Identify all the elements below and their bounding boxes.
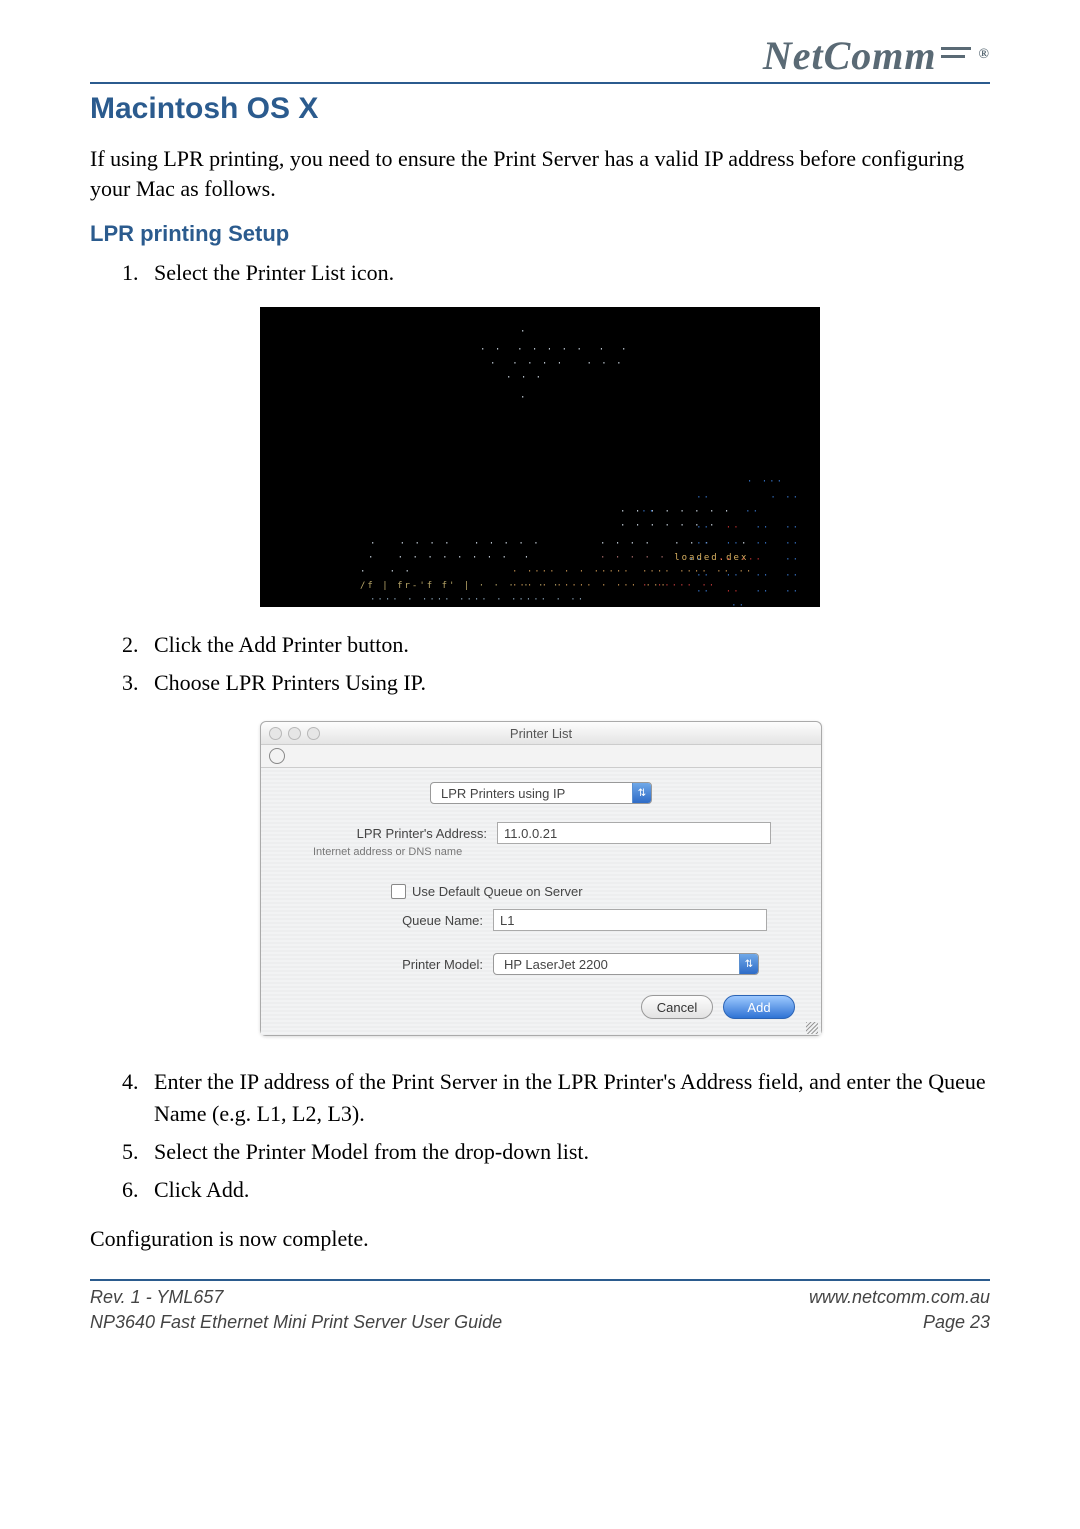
- step-item: Choose LPR Printers Using IP.: [144, 667, 990, 699]
- brand-name: NetComm: [763, 32, 937, 79]
- dropdown-value: LPR Printers using IP: [431, 786, 632, 801]
- header-rule: [90, 82, 990, 84]
- default-queue-label: Use Default Queue on Server: [412, 884, 583, 899]
- cancel-button[interactable]: Cancel: [641, 995, 713, 1019]
- queue-input[interactable]: L1: [493, 909, 767, 931]
- conclusion: Configuration is now complete.: [90, 1224, 990, 1254]
- address-label: LPR Printer's Address:: [287, 826, 497, 841]
- registered-mark: ®: [979, 47, 990, 63]
- brand-lines-icon: [941, 43, 975, 67]
- queue-value: L1: [500, 913, 514, 928]
- footer-page: Page 23: [809, 1310, 990, 1334]
- connection-type-dropdown[interactable]: LPR Printers using IP ⇅: [430, 782, 652, 804]
- footer-doc-title: NP3640 Fast Ethernet Mini Print Server U…: [90, 1310, 502, 1334]
- footer-url: www.netcomm.com.au: [809, 1285, 990, 1309]
- window-title: Printer List: [261, 726, 821, 741]
- window-toolbar: [261, 745, 821, 768]
- printer-list-window: Printer List LPR Printers using IP ⇅ LPR…: [260, 721, 822, 1036]
- queue-label: Queue Name:: [287, 913, 493, 928]
- steps-list-1: Select the Printer List icon.: [90, 257, 990, 289]
- steps-list-2: Click the Add Printer button. Choose LPR…: [90, 629, 990, 699]
- model-label: Printer Model:: [287, 957, 493, 972]
- add-button[interactable]: Add: [723, 995, 795, 1019]
- printer-model-dropdown[interactable]: HP LaserJet 2200 ⇅: [493, 953, 759, 975]
- step-item: Click the Add Printer button.: [144, 629, 990, 661]
- step-item: Select the Printer List icon.: [144, 257, 990, 289]
- step-item: Enter the IP address of the Print Server…: [144, 1066, 990, 1130]
- model-value: HP LaserJet 2200: [494, 957, 739, 972]
- screenshot-desktop: · · · · · · · · · · · · · · · · · · · · …: [260, 307, 820, 607]
- window-titlebar[interactable]: Printer List: [261, 722, 821, 745]
- section-title: Macintosh OS X: [90, 92, 990, 126]
- page-footer: Rev. 1 - YML657 NP3640 Fast Ethernet Min…: [90, 1281, 990, 1334]
- chevron-updown-icon: ⇅: [632, 783, 651, 803]
- address-value: 11.0.0.21: [504, 826, 557, 841]
- intro-paragraph: If using LPR printing, you need to ensur…: [90, 144, 990, 203]
- subsection-title: LPR printing Setup: [90, 221, 990, 247]
- default-queue-checkbox[interactable]: [391, 884, 406, 899]
- step-item: Select the Printer Model from the drop-d…: [144, 1136, 990, 1168]
- resize-grip-icon[interactable]: [806, 1022, 818, 1034]
- chevron-updown-icon: ⇅: [739, 954, 758, 974]
- brand-logo: NetComm ®: [763, 32, 990, 79]
- address-hint: Internet address or DNS name: [313, 846, 795, 858]
- step-item: Click Add.: [144, 1174, 990, 1206]
- address-input[interactable]: 11.0.0.21: [497, 822, 771, 844]
- footer-rev: Rev. 1 - YML657: [90, 1285, 502, 1309]
- brand-bar: NetComm ®: [90, 30, 990, 80]
- cancel-label: Cancel: [657, 1000, 697, 1015]
- add-label: Add: [747, 1000, 770, 1015]
- globe-icon[interactable]: [269, 748, 285, 764]
- steps-list-3: Enter the IP address of the Print Server…: [90, 1066, 990, 1206]
